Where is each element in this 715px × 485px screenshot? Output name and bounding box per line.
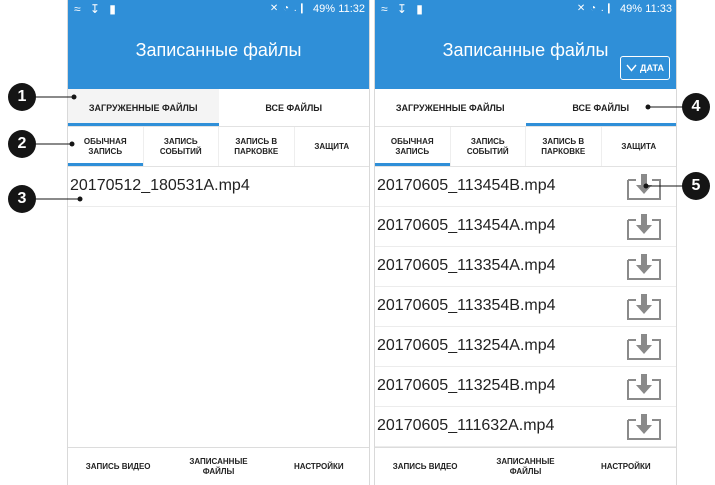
tab-downloaded-files[interactable]: ЗАГРУЖЕННЫЕ ФАЙЛЫ — [68, 89, 219, 126]
nav-recorded-files[interactable]: ЗАПИСАННЫЕ ФАЙЛЫ — [168, 448, 268, 485]
list-item[interactable]: 20170605_113354A.mp4 — [375, 247, 676, 287]
file-name: 20170605_113354A.mp4 — [377, 257, 556, 274]
tab-all-files[interactable]: ВСЕ ФАЙЛЫ — [219, 89, 370, 126]
file-name: 20170605_113454B.mp4 — [377, 177, 556, 194]
recording-type-tabs: ОБЫЧНАЯ ЗАПИСЬ ЗАПИСЬ СОБЫТИЙ ЗАПИСЬ В П… — [375, 127, 676, 167]
bottom-navigation: ЗАПИСЬ ВИДЕО ЗАПИСАННЫЕ ФАЙЛЫ НАСТРОЙКИ — [375, 447, 676, 485]
download-icon[interactable] — [626, 293, 662, 321]
phone-screen-left: ≈ ↧ ▮ ✕ ◔ .❙ 49% 11:32 Записанные файлы … — [67, 0, 370, 485]
date-sort-button[interactable]: ДАТА — [620, 56, 670, 80]
date-sort-label: ДАТА — [640, 63, 664, 73]
list-item[interactable]: 20170605_113254B.mp4 — [375, 367, 676, 407]
list-item[interactable]: 20170605_113454A.mp4 — [375, 207, 676, 247]
file-list: 20170605_113454B.mp4 20170605_113454A.mp4… — [375, 167, 676, 447]
tab-parking-recording[interactable]: ЗАПИСЬ В ПАРКОВКЕ — [526, 127, 602, 166]
nav-settings[interactable]: НАСТРОЙКИ — [576, 448, 676, 485]
file-name: 20170605_113354B.mp4 — [377, 297, 556, 314]
callout-marker-4: 4 — [682, 93, 710, 121]
app-bar: ≈ ↧ ▮ ✕ ◔ .❙ 49% 11:32 Записанные файлы — [68, 0, 369, 89]
file-name: 20170605_113254A.mp4 — [377, 337, 556, 354]
nav-recorded-files[interactable]: ЗАПИСАННЫЕ ФАЙЛЫ — [475, 448, 575, 485]
status-bar: ≈ ↧ ▮ ✕ ◔ .❙ 49% 11:33 — [375, 0, 676, 18]
phone-screen-right: ≈ ↧ ▮ ✕ ◔ .❙ 49% 11:33 Записанные файлы … — [374, 0, 677, 485]
file-source-tabs: ЗАГРУЖЕННЫЕ ФАЙЛЫ ВСЕ ФАЙЛЫ — [68, 89, 369, 127]
callout-marker-1: 1 — [8, 83, 36, 111]
tab-downloaded-files[interactable]: ЗАГРУЖЕННЫЕ ФАЙЛЫ — [375, 89, 526, 126]
status-notification-icons: ≈ ↧ ▮ — [74, 2, 119, 16]
nav-settings[interactable]: НАСТРОЙКИ — [269, 448, 369, 485]
download-icon[interactable] — [626, 413, 662, 441]
tab-protection[interactable]: ЗАЩИТА — [602, 127, 677, 166]
app-bar: ≈ ↧ ▮ ✕ ◔ .❙ 49% 11:33 Записанные файлы … — [375, 0, 676, 89]
tab-normal-recording[interactable]: ОБЫЧНАЯ ЗАПИСЬ — [375, 127, 451, 166]
battery-level: 49% — [312, 3, 335, 15]
bottom-navigation: ЗАПИСЬ ВИДЕО ЗАПИСАННЫЕ ФАЙЛЫ НАСТРОЙКИ — [68, 447, 369, 485]
status-time: 11:32 — [338, 3, 365, 15]
chevron-down-icon — [626, 64, 637, 72]
download-icon[interactable] — [626, 373, 662, 401]
nav-record-video[interactable]: ЗАПИСЬ ВИДЕО — [375, 448, 475, 485]
page-title: Записанные файлы — [135, 40, 302, 60]
tab-parking-recording[interactable]: ЗАПИСЬ В ПАРКОВКЕ — [219, 127, 295, 166]
list-item[interactable]: 20170605_113454B.mp4 — [375, 167, 676, 207]
callout-marker-3: 3 — [8, 185, 36, 213]
file-name: 20170512_180531A.mp4 — [70, 177, 250, 194]
list-item[interactable]: 20170605_111632A.mp4 — [375, 407, 676, 447]
file-name: 20170605_111632A.mp4 — [377, 417, 555, 434]
list-item[interactable]: 20170605_113254A.mp4 — [375, 327, 676, 367]
download-icon[interactable] — [626, 333, 662, 361]
callout-marker-5: 5 — [682, 172, 710, 200]
signal-icon: ✕ ◔ .❙ — [576, 3, 614, 14]
recording-type-tabs: ОБЫЧНАЯ ЗАПИСЬ ЗАПИСЬ СОБЫТИЙ ЗАПИСЬ В П… — [68, 127, 369, 167]
list-item[interactable]: 20170605_113354B.mp4 — [375, 287, 676, 327]
status-time: 11:33 — [645, 3, 672, 15]
file-name: 20170605_113254B.mp4 — [377, 377, 556, 394]
tab-event-recording[interactable]: ЗАПИСЬ СОБЫТИЙ — [451, 127, 526, 166]
status-notification-icons: ≈ ↧ ▮ — [381, 2, 426, 16]
signal-icon: ✕ ◔ .❙ — [269, 3, 307, 14]
tab-event-recording[interactable]: ЗАПИСЬ СОБЫТИЙ — [144, 127, 219, 166]
tab-normal-recording[interactable]: ОБЫЧНАЯ ЗАПИСЬ — [68, 127, 144, 166]
file-source-tabs: ЗАГРУЖЕННЫЕ ФАЙЛЫ ВСЕ ФАЙЛЫ — [375, 89, 676, 127]
file-name: 20170605_113454A.mp4 — [377, 217, 556, 234]
nav-record-video[interactable]: ЗАПИСЬ ВИДЕО — [68, 448, 168, 485]
battery-level: 49% — [619, 3, 642, 15]
list-item[interactable]: 20170512_180531A.mp4 — [68, 167, 369, 207]
download-icon[interactable] — [626, 173, 662, 201]
file-list: 20170512_180531A.mp4 — [68, 167, 369, 207]
download-icon[interactable] — [626, 213, 662, 241]
download-icon[interactable] — [626, 253, 662, 281]
status-bar: ≈ ↧ ▮ ✕ ◔ .❙ 49% 11:32 — [68, 0, 369, 18]
callout-marker-2: 2 — [8, 130, 36, 158]
tab-all-files[interactable]: ВСЕ ФАЙЛЫ — [525, 89, 677, 126]
tab-protection[interactable]: ЗАЩИТА — [295, 127, 370, 166]
